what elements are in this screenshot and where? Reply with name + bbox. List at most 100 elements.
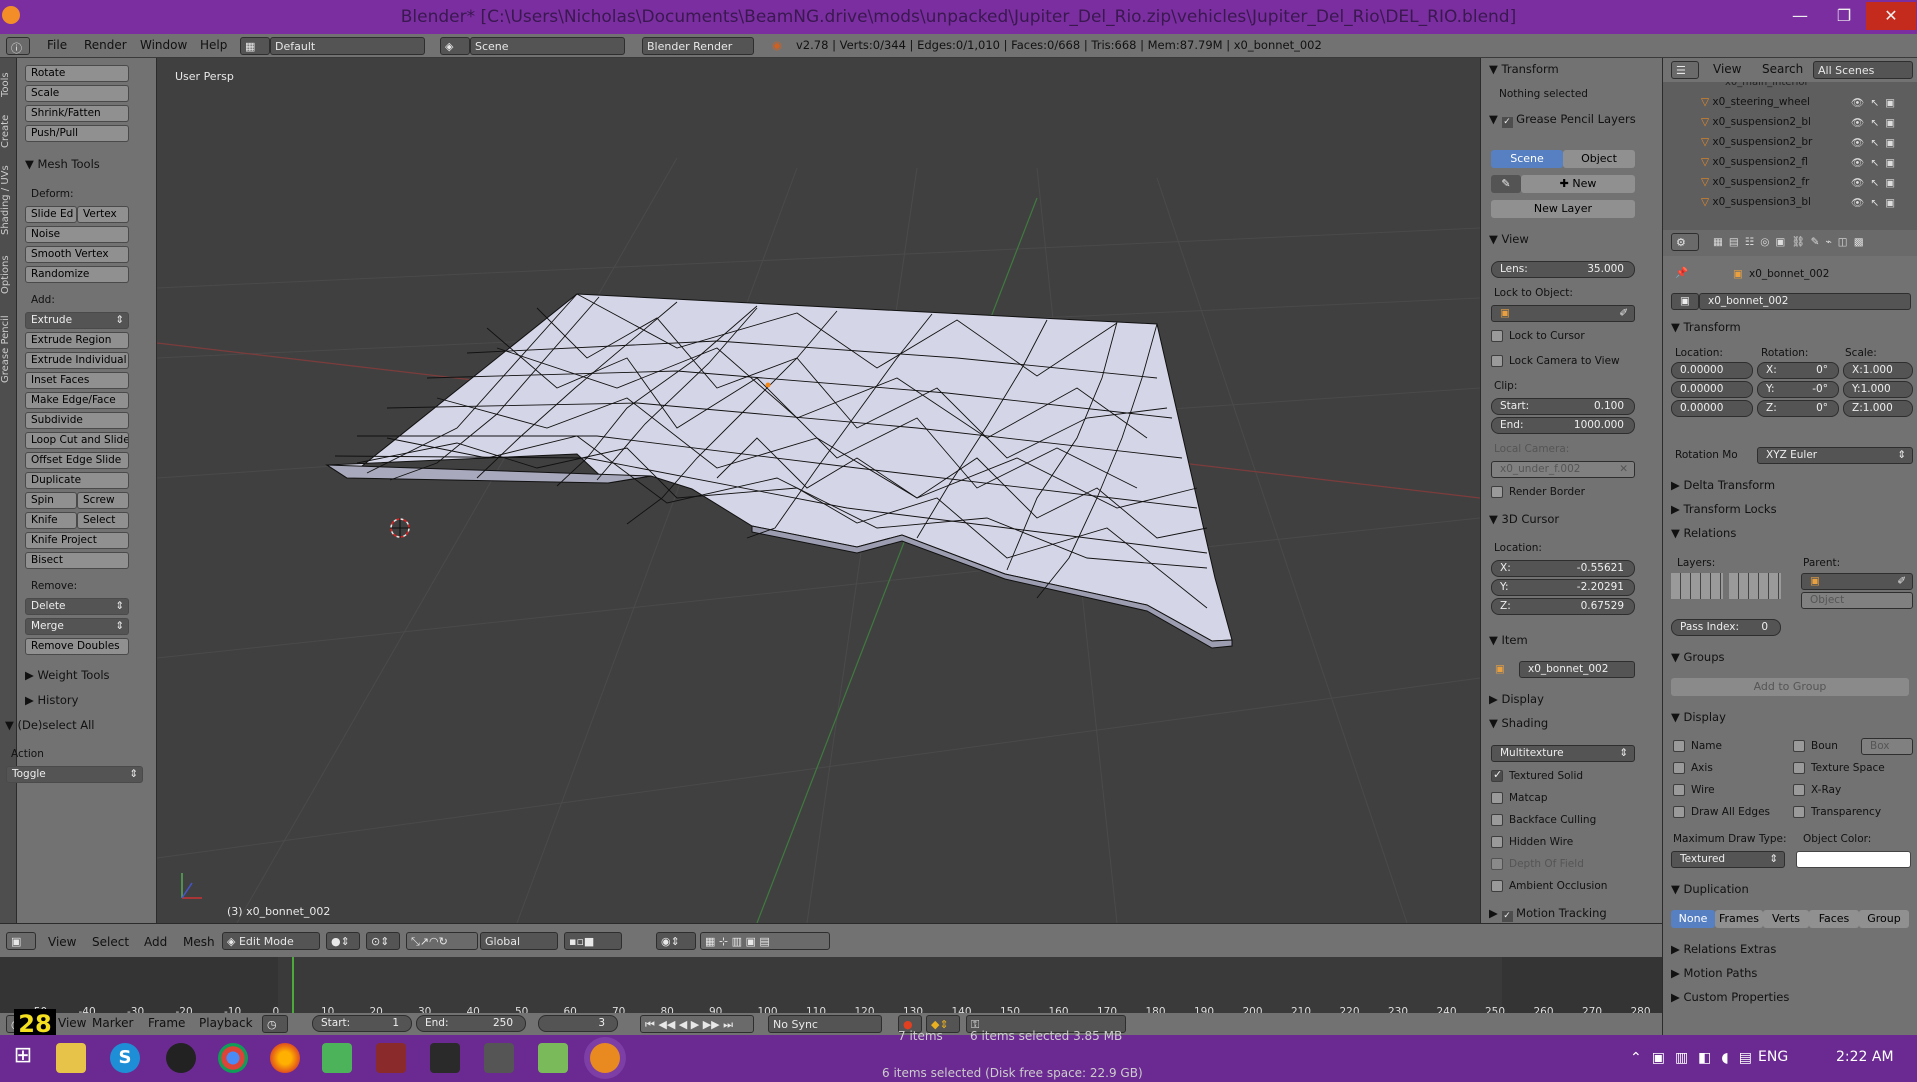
add-to-group-button[interactable]: Add to Group xyxy=(1671,678,1909,696)
skype-icon[interactable]: S xyxy=(110,1043,140,1073)
delete-dropdown[interactable]: Delete ⇕ xyxy=(25,598,129,615)
vmenu-select[interactable]: Select xyxy=(92,935,129,949)
merge-dropdown[interactable]: Merge ⇕ xyxy=(25,618,129,635)
outliner-row-2[interactable]: ▽ x0_suspension2_bl xyxy=(1701,116,1811,128)
chrome-icon[interactable] xyxy=(218,1043,248,1073)
tab-create[interactable]: Create xyxy=(0,108,17,154)
delta-transform-header[interactable]: ▶ Delta Transform xyxy=(1671,478,1775,492)
tab-options[interactable]: Options xyxy=(0,246,17,304)
app-icon-2[interactable] xyxy=(376,1043,406,1073)
tab-shading-uvs[interactable]: Shading / UVs xyxy=(0,154,17,246)
groups-header[interactable]: ▼ Groups xyxy=(1671,650,1725,664)
mode-dropdown[interactable]: ◈ Edit Mode xyxy=(222,932,320,950)
scene-selector[interactable]: Scene xyxy=(470,37,625,55)
current-frame-marker[interactable] xyxy=(292,957,294,1013)
menu-file[interactable]: File xyxy=(47,38,67,52)
action-dropdown[interactable]: Toggle ⇕ xyxy=(6,766,143,783)
relations-header[interactable]: ▼ Relations xyxy=(1671,526,1736,540)
3d-cursor-icon[interactable] xyxy=(390,518,410,538)
eyedropper-icon[interactable]: ✐ xyxy=(1897,575,1906,587)
lens-field[interactable]: Lens: 35.000 xyxy=(1491,261,1635,278)
parent-field[interactable]: ▣ ✐ xyxy=(1801,573,1913,590)
bounds-checkbox[interactable] xyxy=(1793,740,1805,752)
pivot-button[interactable]: ⊙⇕ xyxy=(366,932,400,950)
extrude-dropdown[interactable]: Extrude ⇕ xyxy=(25,312,129,329)
scale-x-field[interactable]: X:1.000 xyxy=(1843,362,1913,379)
lock-camera-checkbox[interactable] xyxy=(1491,355,1503,367)
wire-checkbox[interactable] xyxy=(1673,784,1685,796)
app-icon-3[interactable] xyxy=(430,1043,460,1073)
grease-checkbox[interactable]: ✓ xyxy=(1501,117,1513,128)
clock[interactable]: 2:22 AM xyxy=(1836,1049,1894,1065)
visibility-icons[interactable]: 👁↖▣ xyxy=(1851,156,1901,169)
tool-extrude-individual[interactable]: Extrude Individual xyxy=(25,352,129,369)
minimize-button[interactable]: — xyxy=(1778,2,1822,30)
name-checkbox[interactable] xyxy=(1673,740,1685,752)
tool-extrude-region[interactable]: Extrude Region xyxy=(25,332,129,349)
max-draw-dropdown[interactable]: Textured ⇕ xyxy=(1671,851,1785,868)
rot-y-field[interactable]: Y: -0° xyxy=(1757,381,1839,398)
lock-cursor-checkbox[interactable] xyxy=(1491,330,1503,342)
display-header[interactable]: ▶ Display xyxy=(1489,692,1544,706)
tlmenu-view[interactable]: View xyxy=(58,1016,86,1030)
backface-checkbox[interactable] xyxy=(1491,814,1503,826)
tool-scale[interactable]: Scale xyxy=(25,85,129,102)
outliner-editor-icon[interactable]: ☰ xyxy=(1671,61,1699,79)
tool-smooth-vertex[interactable]: Smooth Vertex xyxy=(25,246,129,263)
layer-grid-1[interactable] xyxy=(1671,573,1723,599)
axis-checkbox[interactable] xyxy=(1673,762,1685,774)
manipulator-buttons[interactable]: ⤡↗◠↻ xyxy=(406,932,478,950)
shading-mode-dropdown[interactable]: Multitexture ⇕ xyxy=(1491,745,1635,762)
tool-loop-cut[interactable]: Loop Cut and Slide xyxy=(25,432,129,449)
visibility-icons[interactable]: 👁↖▣ xyxy=(1851,116,1901,129)
pin-icon[interactable]: 📌 xyxy=(1675,266,1688,279)
outliner-menu-view[interactable]: View xyxy=(1713,62,1741,76)
all-edges-checkbox[interactable] xyxy=(1673,806,1685,818)
cursor-z-field[interactable]: Z: 0.67529 xyxy=(1491,598,1635,615)
layout-icon[interactable]: ▦ xyxy=(240,37,270,55)
tool-shrink-fatten[interactable]: Shrink/Fatten xyxy=(25,105,129,122)
menu-window[interactable]: Window xyxy=(140,38,187,52)
tlmenu-playback[interactable]: Playback xyxy=(199,1016,253,1030)
firefox-icon[interactable] xyxy=(270,1043,300,1073)
tab-grease-pencil[interactable]: Grease Pencil xyxy=(0,304,17,394)
tab-tools[interactable]: Tools xyxy=(0,62,17,108)
tool-make-edge-face[interactable]: Make Edge/Face xyxy=(25,392,129,409)
scale-z-field[interactable]: Z:1.000 xyxy=(1843,400,1913,417)
object-type-icon[interactable]: ▣ xyxy=(1671,293,1699,310)
end-frame-field[interactable]: End: 250 xyxy=(416,1015,526,1032)
loc-y-field[interactable]: 0.00000 xyxy=(1671,381,1753,398)
tool-remove-doubles[interactable]: Remove Doubles xyxy=(25,638,129,655)
xray-checkbox[interactable] xyxy=(1793,784,1805,796)
snap-buttons[interactable]: ▦ ⊹ ▥ ▣ ▤ xyxy=(700,932,830,950)
start-frame-field[interactable]: Start: 1 xyxy=(312,1015,412,1032)
ao-checkbox[interactable] xyxy=(1491,880,1503,892)
outliner-row-1[interactable]: ▽ x0_steering_wheel xyxy=(1701,96,1810,108)
outliner-item-partial[interactable]: x0_main_interior xyxy=(1725,82,1809,90)
history-header[interactable]: ▶ History xyxy=(25,693,78,707)
dup-group-tab[interactable]: Group xyxy=(1859,910,1909,928)
new-button[interactable]: ✚ New xyxy=(1521,175,1635,193)
scale-y-field[interactable]: Y:1.000 xyxy=(1843,381,1913,398)
file-explorer-icon[interactable] xyxy=(56,1043,86,1073)
grease-pencil-header[interactable]: ▼ ✓ Grease Pencil Layers xyxy=(1489,112,1636,128)
scene-icon[interactable]: ◈ xyxy=(440,37,470,55)
tool-duplicate[interactable]: Duplicate xyxy=(25,472,129,489)
outliner-row-5[interactable]: ▽ x0_suspension2_fr xyxy=(1701,176,1809,188)
rot-x-field[interactable]: X: 0° xyxy=(1757,362,1839,379)
tool-spin[interactable]: Spin xyxy=(25,492,77,509)
item-name-field[interactable]: x0_bonnet_002 xyxy=(1519,661,1635,678)
cursor-x-field[interactable]: X: -0.55621 xyxy=(1491,560,1635,577)
rot-z-field[interactable]: Z: 0° xyxy=(1757,400,1839,417)
app-icon-5[interactable] xyxy=(538,1043,568,1073)
vmenu-view[interactable]: View xyxy=(48,935,76,949)
motion-paths-header[interactable]: ▶ Motion Paths xyxy=(1671,966,1757,980)
new-layer-button[interactable]: New Layer xyxy=(1491,200,1635,218)
transform-locks-header[interactable]: ▶ Transform Locks xyxy=(1671,502,1777,516)
layer-grid-2[interactable] xyxy=(1729,573,1781,599)
editor-type-icon[interactable]: ⓘ xyxy=(6,37,30,55)
relations-extras-header[interactable]: ▶ Relations Extras xyxy=(1671,942,1776,956)
tool-randomize[interactable]: Randomize xyxy=(25,266,129,283)
object-color-swatch[interactable] xyxy=(1796,851,1911,868)
tool-rotate[interactable]: Rotate xyxy=(25,65,129,82)
